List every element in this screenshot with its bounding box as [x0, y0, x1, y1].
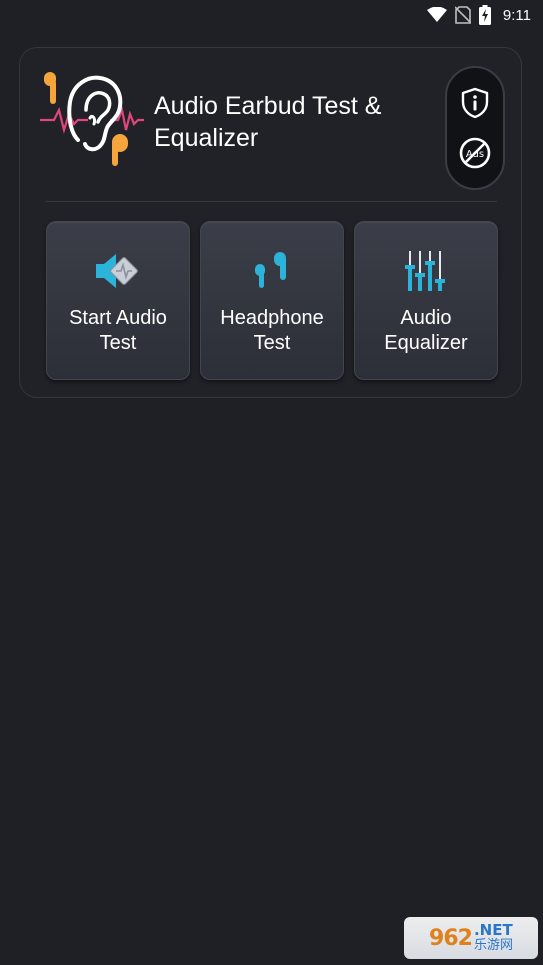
start-audio-test-button[interactable]: Start Audio Test: [46, 221, 190, 380]
status-time: 9:11: [502, 6, 531, 24]
earbuds-icon: [247, 246, 297, 296]
app-header: Audio Earbud Test & Equalizer Ads: [20, 48, 521, 202]
app-title: Audio Earbud Test & Equalizer: [154, 92, 382, 152]
site-watermark: 962 .NET 乐游网: [404, 917, 538, 959]
start-audio-test-label: Start Audio Test: [69, 307, 167, 354]
headphone-test-label: Headphone Test: [220, 307, 324, 354]
watermark-sub: 乐游网: [473, 938, 513, 953]
equalizer-icon: [401, 246, 451, 296]
audio-equalizer-button[interactable]: Audio Equalizer: [354, 221, 498, 380]
no-sim-icon: [454, 6, 471, 24]
feature-tiles: Start Audio Test Headphone Test Audio Eq…: [46, 221, 498, 380]
watermark-suffix: .NET: [473, 921, 513, 939]
header-divider: [46, 201, 497, 202]
wifi-icon: [426, 7, 447, 22]
headphone-test-button[interactable]: Headphone Test: [200, 221, 344, 380]
status-bar: 9:11: [0, 0, 543, 30]
audio-equalizer-label: Audio Equalizer: [384, 307, 468, 354]
battery-charging-icon: [478, 5, 491, 25]
remove-ads-button[interactable]: Ads: [457, 135, 493, 171]
header-actions: Ads: [445, 66, 505, 190]
ear-earbuds-logo-icon: [40, 72, 144, 166]
shield-info-icon: [461, 87, 489, 119]
watermark-brand: 962: [429, 925, 473, 951]
speaker-icon: [93, 246, 143, 296]
ads-label: Ads: [466, 149, 484, 160]
privacy-shield-button[interactable]: [457, 85, 493, 121]
watermark-suffix-group: .NET 乐游网: [473, 921, 513, 954]
no-ads-icon: Ads: [459, 137, 491, 169]
main-card: Audio Earbud Test & Equalizer Ads Start …: [19, 47, 522, 398]
